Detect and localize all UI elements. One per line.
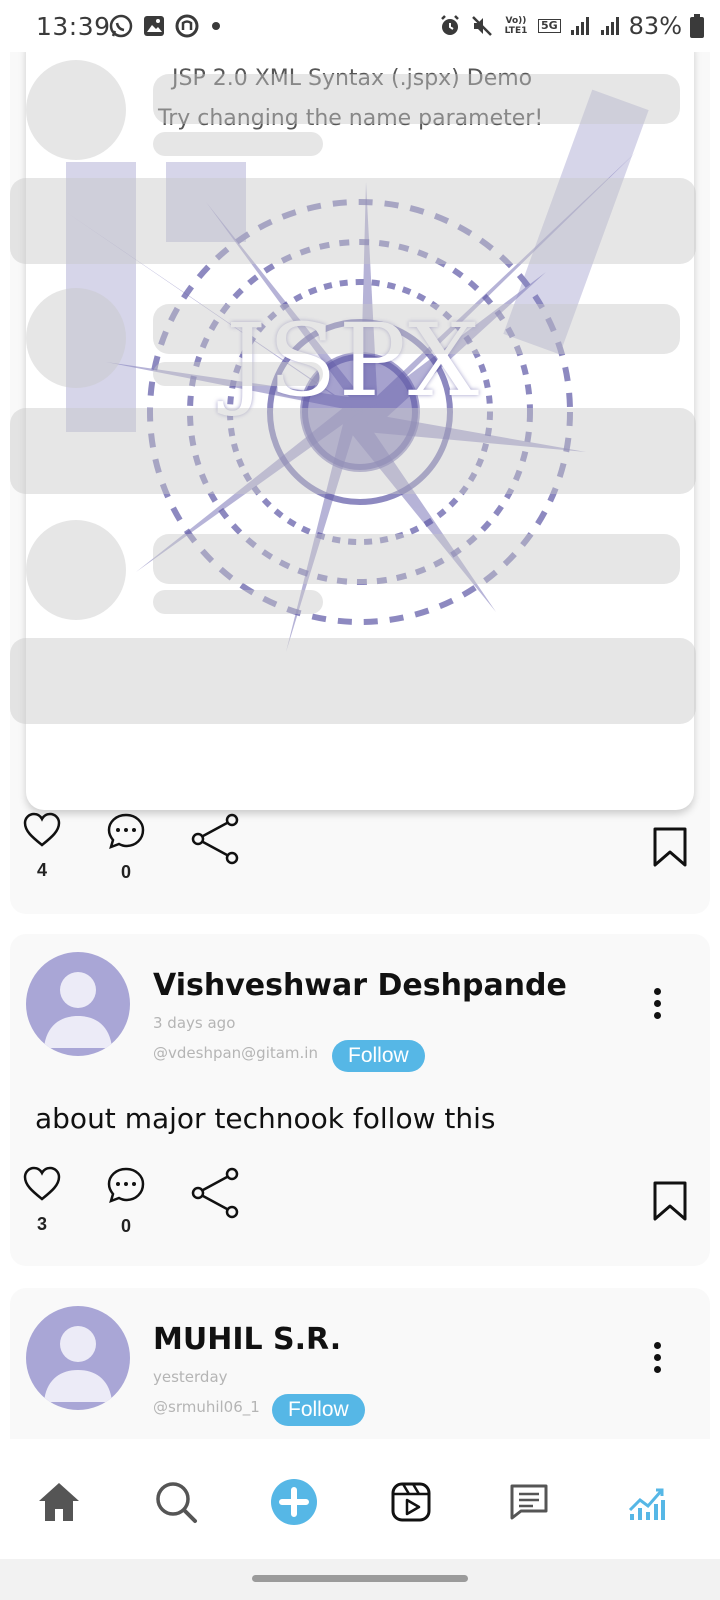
more-options-button[interactable]	[652, 1342, 662, 1378]
search-icon	[156, 1482, 197, 1523]
mute-icon	[472, 16, 492, 36]
skeleton-avatar	[26, 288, 126, 388]
comment-icon	[107, 813, 145, 850]
home-icon	[39, 1483, 79, 1521]
like-button[interactable]: 3	[17, 1166, 67, 1235]
skeleton-line	[153, 74, 680, 124]
nav-messages[interactable]	[504, 1477, 554, 1527]
post-card: MUHIL S.R. yesterday @srmuhil06_1 Follow	[10, 1288, 710, 1439]
comment-icon	[107, 1167, 145, 1204]
more-icon-dot	[653, 1366, 661, 1373]
skeleton-avatar	[26, 520, 126, 620]
more-icon-dot	[653, 1012, 661, 1019]
author-handle: @vdeshpan@gitam.in	[153, 1044, 318, 1062]
add-post-icon	[271, 1479, 317, 1525]
share-icon	[191, 1167, 239, 1219]
post-time: 3 days ago	[153, 1014, 236, 1032]
avatar[interactable]	[26, 1306, 130, 1410]
share-button[interactable]	[188, 812, 244, 866]
gallery-icon	[144, 16, 164, 36]
post-card: JSP 2.0 XML Syntax (.jspx) Demo Try chan…	[10, 52, 710, 914]
analytics-icon	[628, 1488, 665, 1520]
nav-reels[interactable]	[386, 1477, 436, 1527]
bookmark-icon	[653, 1181, 687, 1221]
bottom-navigation	[0, 1439, 720, 1559]
feed[interactable]: JSP 2.0 XML Syntax (.jspx) Demo Try chan…	[0, 52, 720, 1439]
bookmark-button[interactable]	[652, 1180, 688, 1226]
skeleton-line	[153, 590, 323, 614]
comment-count: 0	[120, 1216, 131, 1236]
bookmark-icon	[653, 827, 687, 867]
more-icon-dot	[653, 1000, 661, 1007]
follow-button[interactable]: Follow	[332, 1040, 425, 1072]
status-time: 13:39	[36, 12, 111, 41]
reels-icon	[391, 1482, 431, 1522]
battery-icon	[690, 14, 704, 38]
follow-button[interactable]: Follow	[272, 1394, 365, 1426]
more-icon-dot	[653, 988, 661, 995]
user-silhouette-icon	[44, 972, 112, 1048]
post-actions: 4 0	[10, 812, 710, 902]
skeleton-line	[153, 534, 680, 584]
user-silhouette-icon	[44, 1326, 112, 1402]
nav-home[interactable]	[34, 1477, 84, 1527]
status-indicators: Vo)) LTE1 5G 83%	[438, 12, 704, 40]
status-bar: 13:39 Vo)) LTE1 5G 83%	[0, 0, 720, 52]
nav-analytics[interactable]	[621, 1477, 671, 1527]
more-icon-dot	[653, 1342, 661, 1349]
signal-icon-2	[600, 17, 619, 35]
home-gesture-bar[interactable]	[252, 1575, 468, 1582]
share-icon	[191, 813, 239, 865]
like-count: 4	[36, 860, 47, 880]
notification-icons	[108, 13, 224, 39]
alarm-icon	[441, 15, 459, 35]
network-5g-badge: 5G	[537, 19, 561, 33]
heart-icon	[23, 1166, 61, 1201]
skeleton-line	[153, 362, 323, 386]
gesture-area	[0, 1559, 720, 1600]
comment-count: 0	[120, 862, 131, 882]
skeleton-line	[153, 304, 680, 354]
network-label: Vo)) LTE1	[504, 16, 528, 36]
author-name[interactable]: Vishveshwar Deshpande	[153, 968, 567, 1003]
nav-search[interactable]	[151, 1477, 201, 1527]
skeleton-line	[153, 132, 323, 156]
skeleton-block	[10, 408, 696, 494]
post-card: Vishveshwar Deshpande 3 days ago @vdeshp…	[10, 934, 710, 1266]
like-button[interactable]: 4	[17, 812, 67, 881]
comment-button[interactable]: 0	[101, 1166, 151, 1237]
post-time: yesterday	[153, 1368, 228, 1386]
comment-button[interactable]: 0	[101, 812, 151, 883]
avatar[interactable]	[26, 952, 130, 1056]
more-icon-dot	[653, 1354, 661, 1361]
signal-icon	[570, 17, 589, 35]
messages-icon	[510, 1484, 548, 1520]
share-button[interactable]	[188, 1166, 244, 1220]
skeleton-block	[10, 638, 696, 724]
nav-add-post[interactable]	[269, 1477, 319, 1527]
bookmark-button[interactable]	[652, 826, 688, 872]
skeleton-block	[10, 178, 696, 264]
dot-icon	[212, 22, 220, 30]
post-actions: 3 0	[10, 1166, 710, 1256]
author-name[interactable]: MUHIL S.R.	[153, 1322, 341, 1357]
heart-icon	[23, 812, 61, 847]
battery-percent: 83%	[628, 12, 682, 40]
skeleton-avatar	[26, 60, 126, 160]
more-options-button[interactable]	[652, 988, 662, 1024]
like-count: 3	[36, 1214, 47, 1234]
author-handle: @srmuhil06_1	[153, 1398, 260, 1416]
whatsapp-icon	[109, 14, 133, 38]
post-text: about major technook follow this	[35, 1102, 496, 1135]
app-notification-icon	[175, 14, 199, 38]
